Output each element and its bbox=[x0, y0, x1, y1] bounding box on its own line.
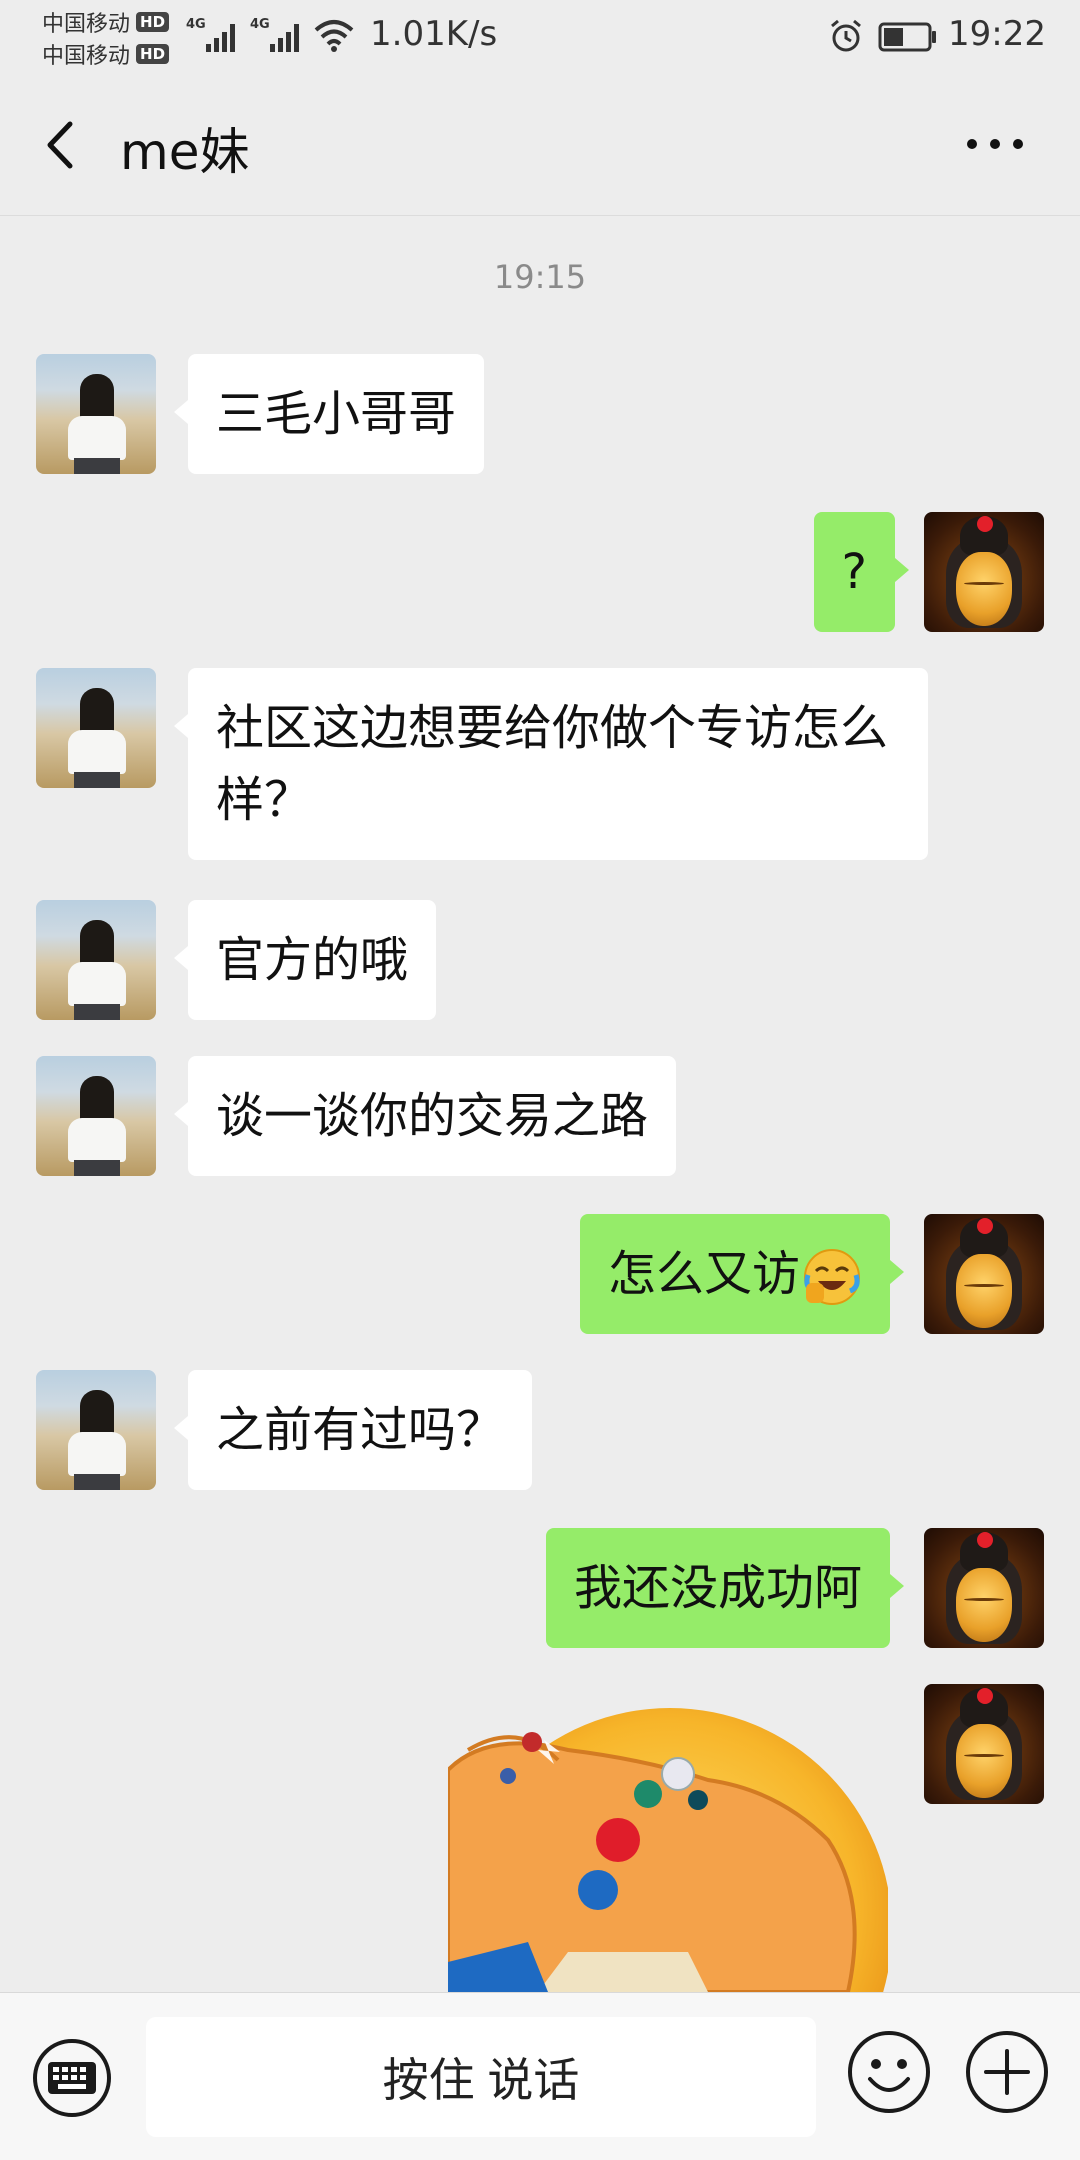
message-bubble-received[interactable]: 三毛小哥哥 bbox=[173, 354, 485, 474]
alarm-icon bbox=[831, 19, 861, 52]
chat-header: me妹 bbox=[0, 72, 1080, 216]
carrier-info: 中国移动 HD 中国移动 HD bbox=[42, 6, 170, 70]
message-bubble-received[interactable]: 之前有过吗？ bbox=[173, 1370, 533, 1490]
contact-avatar[interactable] bbox=[36, 900, 156, 1020]
plus-icon[interactable] bbox=[964, 2029, 1050, 2115]
signal-strength-icon: 4G bbox=[186, 17, 235, 52]
message-timestamp: 19:15 bbox=[493, 258, 587, 296]
contact-avatar[interactable] bbox=[36, 1056, 156, 1176]
contact-avatar[interactable] bbox=[36, 354, 156, 474]
more-options-icon[interactable] bbox=[960, 122, 1030, 166]
self-avatar[interactable] bbox=[924, 1684, 1044, 1804]
hd-badge: HD bbox=[136, 44, 170, 64]
message-bubble-sent[interactable]: 我还没成功阿 bbox=[545, 1528, 905, 1648]
carrier-2-label: 中国移动 bbox=[42, 44, 131, 69]
chat-title: me妹 bbox=[120, 123, 250, 181]
keyboard-icon[interactable] bbox=[32, 2038, 112, 2118]
contact-avatar[interactable] bbox=[36, 668, 156, 788]
self-avatar[interactable] bbox=[924, 1528, 1044, 1648]
message-bubble-sent[interactable]: 怎么又访 bbox=[579, 1214, 905, 1334]
back-arrow-icon[interactable] bbox=[36, 110, 86, 180]
status-bar: 中国移动 HD 中国移动 HD 4G 4G 1.01K/s 19:22 bbox=[0, 0, 1080, 72]
hd-badge: HD bbox=[136, 12, 170, 32]
carrier-1-label: 中国移动 bbox=[42, 12, 131, 37]
message-bubble-received[interactable]: 谈一谈你的交易之路 bbox=[173, 1056, 677, 1176]
battery-icon bbox=[878, 22, 936, 52]
message-text: 怎么又访 bbox=[607, 1246, 800, 1302]
self-avatar[interactable] bbox=[924, 512, 1044, 632]
svg-text:4G: 4G bbox=[250, 17, 270, 32]
status-time: 19:22 bbox=[948, 14, 1046, 54]
svg-text:4G: 4G bbox=[186, 17, 206, 32]
message-bubble-sent[interactable]: ? bbox=[813, 512, 910, 632]
message-bubble-received[interactable]: 官方的哦 bbox=[173, 900, 437, 1020]
smile-icon[interactable] bbox=[846, 2029, 932, 2115]
signal-strength-icon: 4G bbox=[250, 17, 299, 52]
jeweled-hand-sticker[interactable] bbox=[448, 1690, 888, 1992]
self-avatar[interactable] bbox=[924, 1214, 1044, 1334]
contact-avatar[interactable] bbox=[36, 1370, 156, 1490]
network-speed: 1.01K/s bbox=[370, 14, 498, 54]
message-bubble-received[interactable]: 社区这边想要给你做个专访怎么样？ bbox=[174, 668, 928, 860]
chat-input-bar: 按住 说话 bbox=[0, 1992, 1080, 2160]
laughing-crying-emoji-icon bbox=[804, 1249, 860, 1305]
hold-to-talk-button[interactable]: 按住 说话 bbox=[146, 2017, 816, 2137]
wifi-icon bbox=[314, 20, 354, 52]
